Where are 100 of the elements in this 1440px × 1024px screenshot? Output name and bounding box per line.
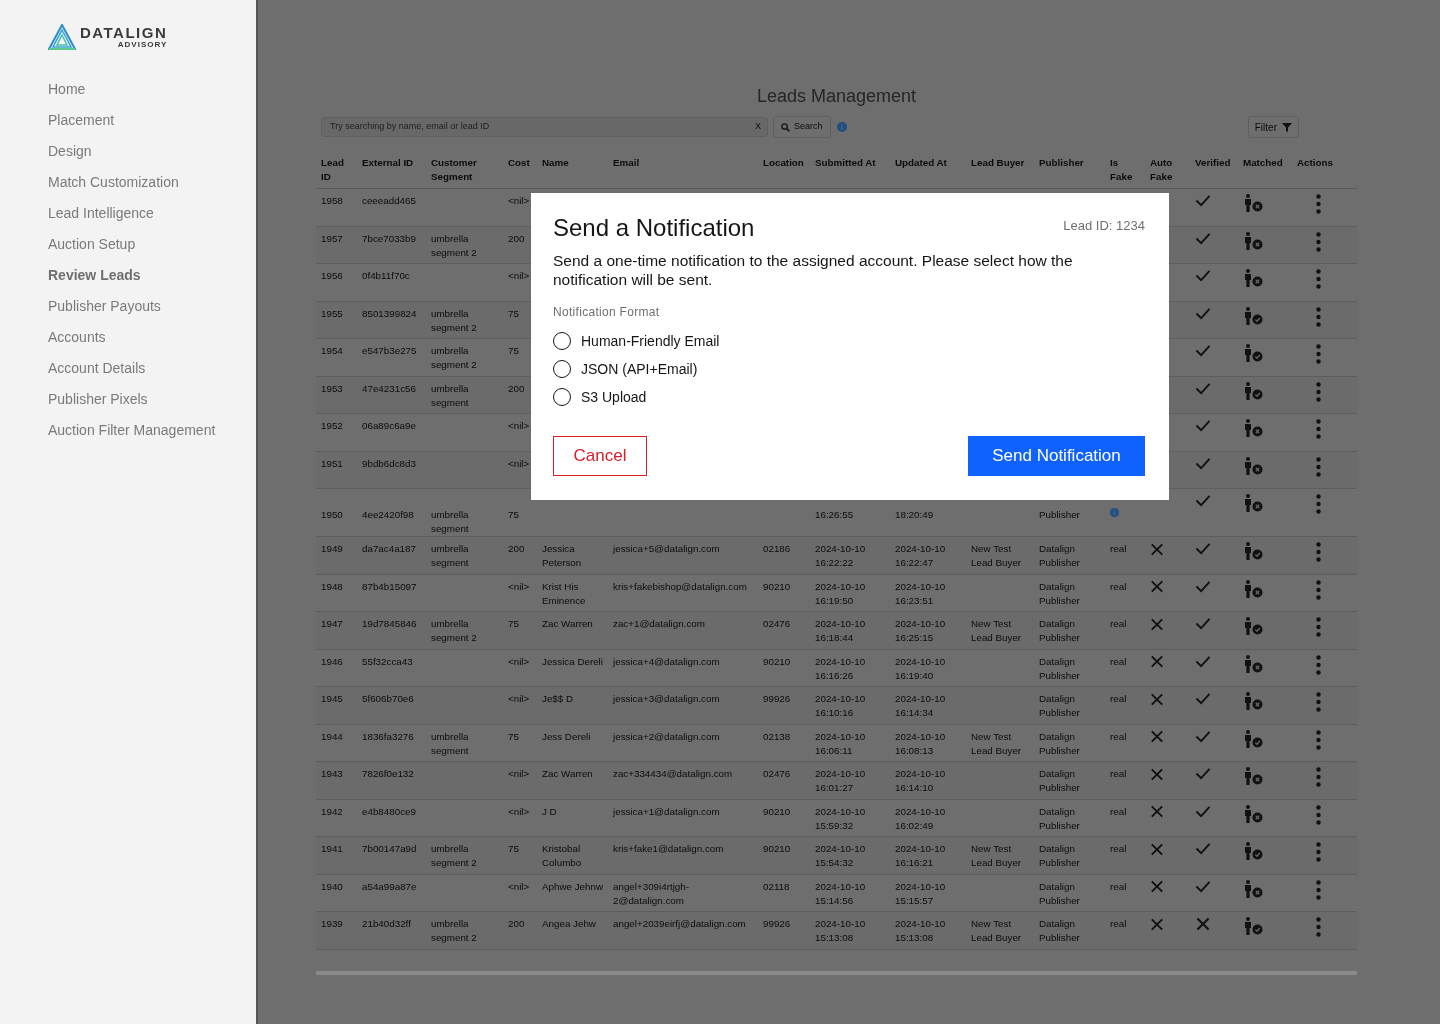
table-cell: 200 [508, 542, 525, 556]
sidebar-item[interactable]: Accounts [48, 328, 218, 346]
more-options-icon[interactable] [1316, 767, 1321, 787]
table-cell: <nil> [508, 767, 530, 781]
table-cell-text: umbrella segment [431, 508, 470, 536]
table-cell: 1944 [321, 729, 343, 744]
radio-option[interactable]: Human-Friendly Email [553, 327, 720, 355]
table-cell-text: 2024-10-10 15:54:32 [815, 842, 867, 870]
table-cell: 75 [508, 617, 519, 631]
clear-button[interactable]: X [755, 120, 761, 134]
table-cell: e4b8480ce9 [362, 804, 416, 819]
table-cell: 1958 [321, 194, 343, 208]
table-cell-text: 2024-10-10 15:14:56 [815, 879, 867, 908]
column-header[interactable]: Lead Buyer [966, 156, 1034, 189]
lead-id-label: Lead ID: 1234 [1063, 217, 1145, 235]
sidebar-item[interactable]: Home [48, 80, 218, 98]
table-cell-text: 2024-10-10 16:23:51 [895, 579, 947, 608]
more-options-icon[interactable] [1316, 419, 1321, 439]
sidebar-item[interactable]: Match Customization [48, 173, 218, 191]
sidebar-item[interactable]: Design [48, 142, 218, 160]
table-cell: 75 [508, 344, 519, 358]
table-cell-text: New Test Lead Buyer [971, 917, 1023, 945]
more-options-icon[interactable] [1316, 692, 1321, 712]
more-options-icon[interactable] [1316, 654, 1321, 675]
table-cell: 0f4b11f70c [362, 269, 410, 283]
more-options-icon[interactable] [1316, 381, 1321, 402]
column-header[interactable]: Matched [1238, 156, 1292, 189]
column-header[interactable]: Publisher [1034, 156, 1105, 189]
more-options-icon[interactable] [1316, 804, 1321, 825]
more-options-icon[interactable] [1316, 494, 1321, 514]
radio-option[interactable]: S3 Upload [553, 383, 647, 411]
more-options-icon[interactable] [1316, 879, 1321, 900]
column-header[interactable]: Name [537, 156, 608, 189]
more-options-icon[interactable] [1316, 542, 1321, 562]
table-cell-text: umbrella segment 2 [431, 842, 478, 870]
column-header[interactable]: Auto Fake [1145, 156, 1190, 189]
table-cell: 02138 [763, 729, 791, 744]
table-cell: <nil> [508, 804, 530, 819]
table-cell-text: Datalign Publisher [1039, 617, 1081, 645]
table-cell: 55f32cca43 [362, 654, 413, 669]
more-options-icon[interactable] [1316, 456, 1321, 477]
table-cell: real [1110, 729, 1127, 744]
more-options-icon[interactable] [1316, 194, 1321, 214]
column-header[interactable]: External ID [357, 156, 426, 189]
table-cell: 7b00147a9d [362, 842, 417, 856]
sidebar-item[interactable]: Auction Setup [48, 235, 218, 253]
table-cell: 47e4231c56 [362, 381, 416, 396]
more-options-icon[interactable] [1316, 579, 1321, 600]
more-options-icon[interactable] [1316, 344, 1321, 364]
table-cell-text: 2024-10-10 15:15:57 [895, 879, 947, 908]
sidebar-item[interactable]: Auction Filter Management [48, 421, 218, 439]
table-cell-text: 2024-10-10 16:16:21 [895, 842, 947, 870]
table-cell-text: New Test Lead Buyer [971, 729, 1023, 758]
column-header[interactable]: Email [608, 156, 758, 189]
column-header[interactable]: Submitted At [810, 156, 890, 189]
radio-option[interactable]: JSON (API+Email) [553, 355, 698, 383]
more-options-icon[interactable] [1316, 917, 1321, 937]
filter-button[interactable]: Filter [1247, 116, 1299, 138]
search-field[interactable]: Try searching by name, email or lead ID X [321, 117, 768, 137]
column-header[interactable]: Lead ID [316, 156, 357, 189]
column-header[interactable]: Verified [1190, 156, 1238, 189]
column-header[interactable]: Location [758, 156, 810, 189]
table-cell: 1945 [321, 692, 343, 706]
column-header[interactable]: Updated At [890, 156, 966, 189]
more-options-icon[interactable] [1316, 231, 1321, 252]
column-header[interactable]: Cost [503, 156, 537, 189]
table-cell-text: Datalign Publisher [1039, 879, 1081, 908]
sidebar-item[interactable]: Placement [48, 111, 218, 129]
table-cell: 90210 [763, 654, 791, 669]
table-cell: 200 [508, 381, 525, 396]
table-cell-text: 2024-10-10 16:18:44 [815, 617, 867, 645]
table-cell-text: 4ee2420f98 [362, 508, 414, 522]
sidebar-item[interactable]: Account Details [48, 359, 218, 377]
table-cell: Jess Dereli [542, 729, 591, 744]
column-header[interactable]: Is Fake [1105, 156, 1145, 189]
sidebar-item[interactable]: Publisher Pixels [48, 390, 218, 408]
sidebar-item[interactable]: Publisher Payouts [48, 297, 218, 315]
search-button[interactable]: Search [773, 116, 831, 138]
column-header[interactable]: Customer Segment [426, 156, 503, 189]
table-cell: jessica+5@datalign.com [613, 542, 720, 556]
table-cell: 1955 [321, 306, 343, 321]
more-options-icon[interactable] [1316, 617, 1321, 637]
table-cell-text: Datalign Publisher [1039, 804, 1081, 833]
cancel-button[interactable]: Cancel [553, 436, 647, 476]
more-options-icon[interactable] [1316, 842, 1321, 862]
more-options-icon[interactable] [1316, 306, 1321, 327]
table-cell: real [1110, 542, 1127, 556]
table-cell: 90210 [763, 842, 791, 856]
search-icon [781, 122, 790, 132]
table-cell: <nil> [508, 194, 530, 208]
sidebar-item[interactable]: Lead Intelligence [48, 204, 218, 222]
column-header[interactable]: Actions [1292, 156, 1357, 189]
table-cell: jessica+1@datalign.com [613, 804, 720, 819]
sidebar-item[interactable]: Review Leads [48, 266, 218, 284]
table-cell-text: 2024-10-10 15:59:32 [815, 804, 867, 833]
more-options-icon[interactable] [1316, 269, 1321, 289]
send-notification-button[interactable]: Send Notification [968, 436, 1145, 476]
more-options-icon[interactable] [1316, 729, 1321, 750]
table-cell: a54a99a87e [362, 879, 417, 894]
table-cell: J D [542, 804, 557, 819]
